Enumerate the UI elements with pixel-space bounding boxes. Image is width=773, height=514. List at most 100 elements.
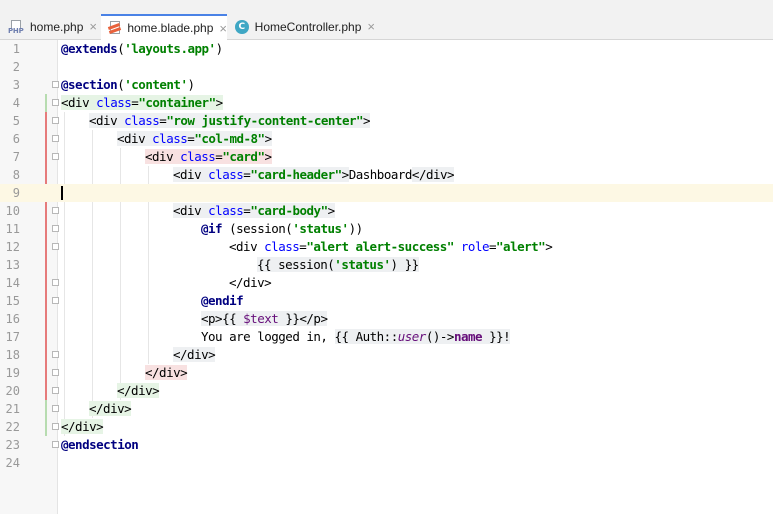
- code-line-15: 15 @endif: [0, 292, 773, 310]
- fold-icon[interactable]: [52, 279, 59, 286]
- fold-icon[interactable]: [52, 135, 59, 142]
- fold-icon[interactable]: [52, 423, 59, 430]
- line-number: 19: [5, 366, 20, 380]
- code-line-23: 23 @endsection: [0, 436, 773, 454]
- code-line-12: 12 <div class="alert alert-success" role…: [0, 238, 773, 256]
- code-text: @extends('layouts.app'): [61, 41, 223, 56]
- line-number: 1: [12, 42, 20, 56]
- code-text: </div>: [145, 365, 188, 380]
- text-caret: [61, 186, 63, 200]
- php-file-icon: PHP: [8, 19, 24, 35]
- line-number: 13: [5, 258, 20, 272]
- line-number: 12: [5, 240, 20, 254]
- php-class-icon: C: [235, 19, 249, 34]
- fold-icon[interactable]: [52, 405, 59, 412]
- code-line-22: 22 </div>: [0, 418, 773, 436]
- code-line-1: 1 @extends('layouts.app'): [0, 40, 773, 58]
- code-line-20: 20 </div>: [0, 382, 773, 400]
- code-text: <div class="row justify-content-center">: [89, 113, 371, 128]
- tab-label: HomeController.php: [254, 19, 362, 34]
- code-line-8: 8 <div class="card-header">Dashboard</di…: [0, 166, 773, 184]
- code-line-21: 21 </div>: [0, 400, 773, 418]
- code-line-11: 11 @if (session('status')): [0, 220, 773, 238]
- code-line-24: 24: [0, 454, 773, 472]
- tab-label: home.blade.php: [127, 21, 214, 35]
- window-top-strip: [0, 0, 773, 14]
- line-number: 21: [5, 402, 20, 416]
- line-number: 10: [5, 204, 20, 218]
- line-number: 18: [5, 348, 20, 362]
- code-text: </div>: [173, 347, 216, 362]
- code-text: @endif: [201, 293, 244, 308]
- code-line-3: 3 @section('content'): [0, 76, 773, 94]
- code-text: </div>: [61, 419, 104, 434]
- code-line-7: 7 <div class="card">: [0, 148, 773, 166]
- line-number: 9: [12, 186, 20, 200]
- code-text: @if (session('status')): [201, 221, 363, 236]
- code-line-19: 19 </div>: [0, 364, 773, 382]
- code-text: @endsection: [61, 437, 139, 452]
- code-text: </div>: [229, 275, 272, 290]
- fold-icon[interactable]: [52, 387, 59, 394]
- close-icon[interactable]: ×: [367, 19, 375, 34]
- line-number: 23: [5, 438, 20, 452]
- code-line-2: 2: [0, 58, 773, 76]
- code-line-18: 18 </div>: [0, 346, 773, 364]
- fold-icon[interactable]: [52, 153, 59, 160]
- code-text: <p>{{ $text }}</p>: [201, 311, 328, 326]
- code-line-10: 10 <div class="card-body">: [0, 202, 773, 220]
- tab-home-blade-php[interactable]: home.blade.php ×: [101, 14, 227, 40]
- line-number: 5: [12, 114, 20, 128]
- line-number: 22: [5, 420, 20, 434]
- code-text: <div class="container">: [61, 95, 223, 110]
- fold-icon[interactable]: [52, 369, 59, 376]
- tab-label: home.php: [30, 19, 84, 34]
- fold-icon[interactable]: [52, 441, 59, 448]
- line-number: 16: [5, 312, 20, 326]
- code-line-17: 17 You are logged in, {{ Auth::user()->n…: [0, 328, 773, 346]
- fold-icon[interactable]: [52, 351, 59, 358]
- tab-homecontroller-php[interactable]: C HomeController.php ×: [235, 14, 375, 39]
- editor-tab-bar: PHP home.php × home.blade.php × C HomeCo…: [0, 14, 773, 40]
- line-number: 17: [5, 330, 20, 344]
- code-text: <div class="col-md-8">: [117, 131, 272, 146]
- code-line-4: 4 <div class="container">: [0, 94, 773, 112]
- code-line-16: 16 <p>{{ $text }}</p>: [0, 310, 773, 328]
- code-text: <div class="alert alert-success" role="a…: [229, 239, 553, 254]
- fold-icon[interactable]: [52, 243, 59, 250]
- fold-icon[interactable]: [52, 207, 59, 214]
- line-number: 11: [5, 222, 20, 236]
- fold-icon[interactable]: [52, 225, 59, 232]
- code-line-5: 5 <div class="row justify-content-center…: [0, 112, 773, 130]
- code-text: <div class="card-header">Dashboard</div>: [173, 167, 455, 182]
- line-number: 7: [12, 150, 20, 164]
- code-line-9-current: 9: [0, 184, 773, 202]
- close-icon[interactable]: ×: [219, 21, 227, 36]
- line-number: 8: [12, 168, 20, 182]
- fold-icon[interactable]: [52, 81, 59, 88]
- blade-file-icon: [107, 20, 122, 36]
- line-number: 3: [12, 78, 20, 92]
- line-number: 6: [12, 132, 20, 146]
- fold-icon[interactable]: [52, 99, 59, 106]
- code-text: </div>: [89, 401, 132, 416]
- line-number: 20: [5, 384, 20, 398]
- code-text: {{ session('status') }}: [257, 257, 419, 272]
- code-line-6: 6 <div class="col-md-8">: [0, 130, 773, 148]
- code-text: You are logged in, {{ Auth::user()->name…: [201, 329, 511, 344]
- code-line-14: 14 </div>: [0, 274, 773, 292]
- code-text: @section('content'): [61, 77, 195, 92]
- code-editor[interactable]: 1 @extends('layouts.app') 2 3 @section('…: [0, 40, 773, 514]
- close-icon[interactable]: ×: [89, 19, 97, 34]
- code-line-13: 13 {{ session('status') }}: [0, 256, 773, 274]
- code-text: <div class="card-body">: [173, 203, 335, 218]
- line-number: 2: [12, 60, 20, 74]
- line-number: 15: [5, 294, 20, 308]
- code-text: <div class="card">: [145, 149, 272, 164]
- fold-icon[interactable]: [52, 297, 59, 304]
- fold-icon[interactable]: [52, 117, 59, 124]
- code-text: </div>: [117, 383, 160, 398]
- line-number: 24: [5, 456, 20, 470]
- tab-home-php[interactable]: PHP home.php ×: [8, 14, 100, 39]
- line-number: 4: [12, 96, 20, 110]
